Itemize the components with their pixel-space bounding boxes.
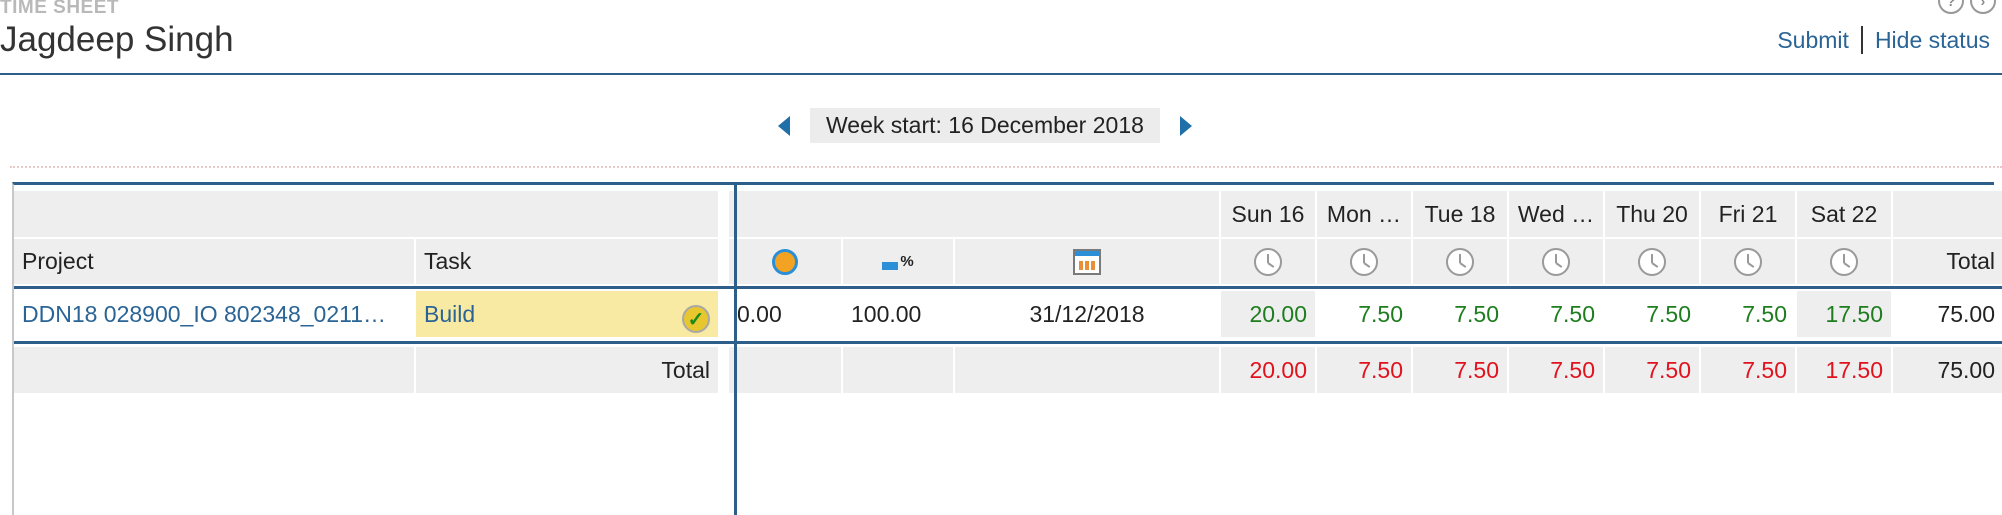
clock-header-wed[interactable] <box>1509 239 1603 284</box>
day-header-thu: Thu 20 <box>1605 191 1699 237</box>
clock-icon <box>1350 247 1378 276</box>
totals-blank-duration <box>729 347 841 393</box>
project-column-header[interactable]: Project <box>14 239 414 284</box>
dotted-divider <box>10 166 2002 168</box>
next-week-arrow-icon[interactable] <box>1179 115 1192 136</box>
forward-icon[interactable]: › <box>1970 0 1996 14</box>
total-wed: 7.50 <box>1509 347 1603 393</box>
day-header-wed: Wed … <box>1509 191 1603 237</box>
section-label: TIME SHEET <box>0 0 120 18</box>
clock-icon <box>1446 247 1474 276</box>
grand-total-value: 75.00 <box>1893 347 2002 393</box>
header-rule <box>0 73 2002 75</box>
total-header-blank <box>1893 191 2002 237</box>
clock-icon <box>1830 247 1858 276</box>
total-sun: 20.00 <box>1221 347 1315 393</box>
hours-fri-input[interactable]: 7.50 <box>1701 291 1795 337</box>
total-sat: 17.50 <box>1797 347 1891 393</box>
day-header-fri: Fri 21 <box>1701 191 1795 237</box>
hours-tue-input[interactable]: 7.50 <box>1413 291 1507 337</box>
top-icons: ? › <box>1938 0 1996 14</box>
clock-header-mon[interactable] <box>1317 239 1411 284</box>
header-links: Submit Hide status <box>1777 26 1990 54</box>
task-cell[interactable]: Build ✓ <box>416 291 718 337</box>
header-rule-line <box>14 286 2002 289</box>
totals-label: Total <box>416 347 718 393</box>
hide-status-link[interactable]: Hide status <box>1875 27 1990 54</box>
clock-icon <box>1542 247 1570 276</box>
task-label: Build <box>424 300 476 327</box>
right-header-blank <box>729 191 1219 237</box>
row-total-value: 75.00 <box>1937 300 1995 327</box>
totals-blank-percent <box>843 347 953 393</box>
date-value[interactable]: 31/12/2018 <box>955 291 1219 337</box>
totals-blank-cell <box>14 347 414 393</box>
hours-sun-input[interactable]: 20.00 <box>1221 291 1315 337</box>
approved-check-icon: ✓ <box>682 305 710 333</box>
clock-icon <box>1254 247 1282 276</box>
clock-header-sat[interactable] <box>1797 239 1891 284</box>
hours-sat-input[interactable]: 17.50 <box>1797 291 1891 337</box>
project-cell[interactable]: DDN18 028900_IO 802348_0211… <box>14 291 414 337</box>
clock-icon <box>1734 247 1762 276</box>
total-thu: 7.50 <box>1605 347 1699 393</box>
hours-mon-input[interactable]: 7.50 <box>1317 291 1411 337</box>
duration-column-header[interactable] <box>729 239 841 284</box>
submit-link[interactable]: Submit <box>1777 27 1849 54</box>
duration-value[interactable]: 0.00 <box>729 291 841 337</box>
previous-week-arrow-icon[interactable] <box>778 115 790 136</box>
total-tue: 7.50 <box>1413 347 1507 393</box>
day-header-mon: Mon … <box>1317 191 1411 237</box>
clock-header-tue[interactable] <box>1413 239 1507 284</box>
week-navigator: Week start: 16 December 2018 <box>778 108 1192 143</box>
date-column-header[interactable] <box>955 239 1219 284</box>
clock-header-fri[interactable] <box>1701 239 1795 284</box>
timesheet-grid: Sun 16 Mon … Tue 18 Wed … Thu 20 Fri 21 … <box>12 182 2002 515</box>
day-header-tue: Tue 18 <box>1413 191 1507 237</box>
frozen-pane-divider[interactable] <box>734 185 737 515</box>
totals-rule-line <box>14 341 2002 344</box>
clock-header-thu[interactable] <box>1605 239 1699 284</box>
day-header-sat: Sat 22 <box>1797 191 1891 237</box>
total-column-header: Total <box>1893 239 2002 284</box>
link-separator <box>1860 26 1863 54</box>
percent-column-header[interactable]: % <box>843 239 953 284</box>
clock-header-sun[interactable] <box>1221 239 1315 284</box>
total-fri: 7.50 <box>1701 347 1795 393</box>
totals-blank-date <box>955 347 1219 393</box>
clock-icon <box>1638 247 1666 276</box>
help-icon[interactable]: ? <box>1938 0 1964 14</box>
hours-wed-input[interactable]: 7.50 <box>1509 291 1603 337</box>
week-start-label: Week start: 16 December 2018 <box>810 108 1160 143</box>
alarm-clock-icon <box>772 248 798 275</box>
hours-thu-input[interactable]: 7.50 <box>1605 291 1699 337</box>
total-mon: 7.50 <box>1317 347 1411 393</box>
calendar-icon <box>1073 248 1101 275</box>
left-header-blank <box>14 191 718 237</box>
percent-value[interactable]: 100.00 <box>843 291 953 337</box>
day-header-sun: Sun 16 <box>1221 191 1315 237</box>
task-column-header[interactable]: Task <box>416 239 718 284</box>
percent-complete-icon: % <box>882 253 914 270</box>
user-name: Jagdeep Singh <box>0 20 234 59</box>
